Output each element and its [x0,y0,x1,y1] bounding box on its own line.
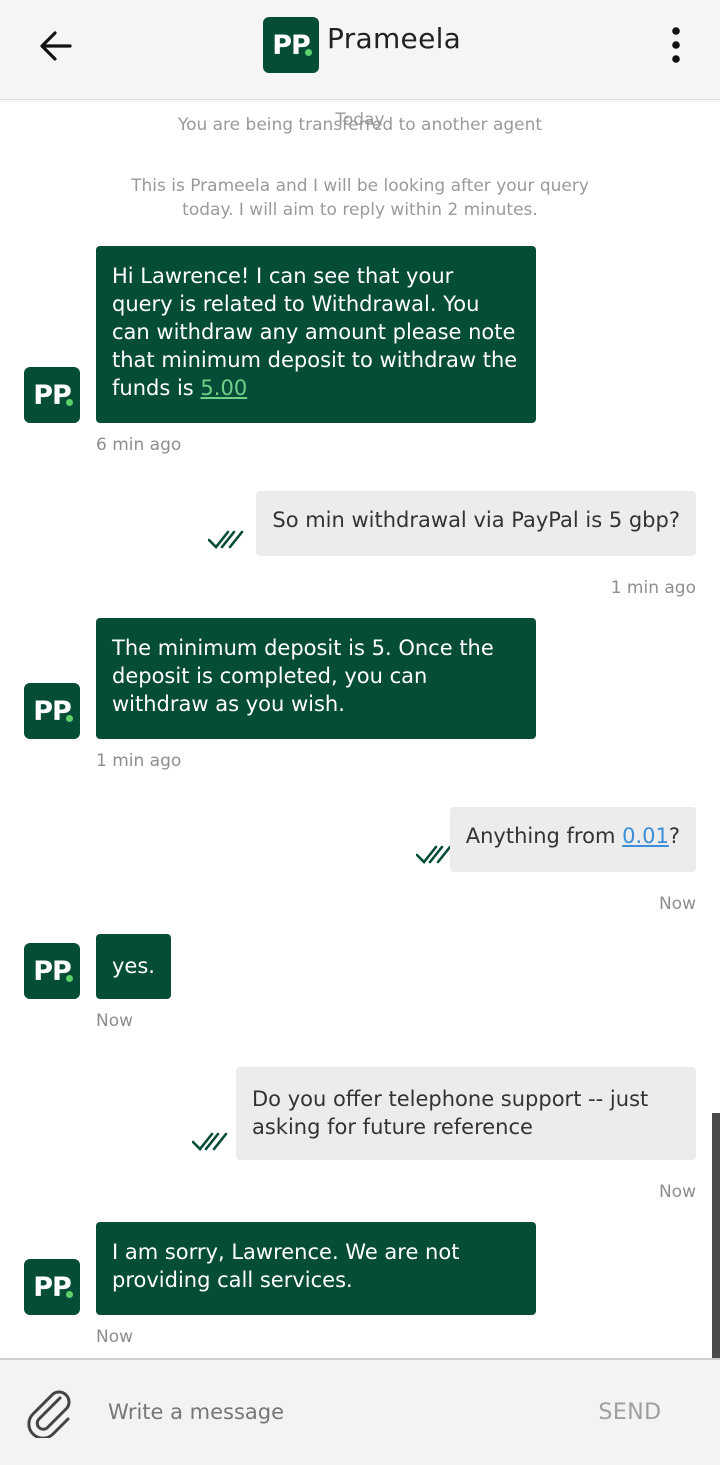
send-button[interactable]: SEND [580,1390,680,1434]
message-time: Now [96,1011,134,1031]
more-vertical-icon [672,27,680,63]
chat-messages[interactable]: Today You are being transferred to anoth… [0,100,720,1358]
read-receipt-icon [192,1132,228,1151]
agent-avatar: PP [24,1259,80,1315]
message-text-end: ? [668,824,680,848]
message-time: 1 min ago [610,578,696,598]
message-text: Hi Lawrence! I can see that your query i… [112,264,518,400]
message-link[interactable]: 5.00 [200,376,247,400]
agent-name: Prameela [327,22,462,55]
agent-avatar: PP [24,367,80,423]
scrollbar[interactable] [712,1113,720,1358]
more-menu-button[interactable] [660,24,692,68]
agent-message: The minimum deposit is 5. Once the depos… [96,618,536,739]
transfer-notice: You are being transferred to another age… [177,115,543,135]
message-time: 6 min ago [96,435,182,455]
logo-dot [66,1291,73,1298]
agent-avatar: PP [24,683,80,739]
logo-dot [66,975,73,982]
user-message: Anything from 0.01? [449,807,696,872]
message-composer: SEND [0,1358,720,1465]
logo-dot [66,715,73,722]
message-input[interactable] [108,1390,568,1434]
message-text: So min withdrawal via PayPal is 5 gbp? [272,508,680,532]
message-text: yes. [112,954,155,978]
message-time: 1 min ago [96,751,182,771]
paperclip-icon [27,1390,71,1440]
read-receipt-icon [416,845,452,864]
avatar-logo-text: PP [33,955,72,987]
message-text: Anything from [465,824,623,848]
agent-message: Hi Lawrence! I can see that your query i… [96,246,536,423]
message-text: I am sorry, Lawrence. We are not providi… [112,1240,460,1292]
message-time: Now [658,1182,696,1202]
logo-dot [305,49,312,56]
back-button[interactable] [36,26,76,66]
avatar-logo-text: PP [33,1271,72,1303]
message-link[interactable]: 0.01 [622,824,669,848]
read-receipt-icon [208,530,244,549]
message-text: The minimum deposit is 5. Once the depos… [112,636,494,716]
agent-intro-notice: This is Prameela and I will be looking a… [131,176,589,220]
message-text: Do you offer telephone support -- just a… [252,1087,649,1139]
user-message: So min withdrawal via PayPal is 5 gbp? [256,491,696,556]
message-time: Now [658,894,696,914]
avatar-logo-text: PP [33,695,72,727]
arrow-left-icon [40,31,72,61]
logo-dot [66,399,73,406]
avatar-logo-text: PP [33,379,72,411]
attach-button[interactable] [24,1386,76,1440]
chat-header: PP Prameela [0,0,720,100]
agent-message: yes. [96,934,171,999]
logo-text: PP [272,29,311,61]
agent-logo: PP [263,17,319,73]
user-message: Do you offer telephone support -- just a… [236,1067,696,1160]
agent-message: I am sorry, Lawrence. We are not providi… [96,1222,536,1315]
message-time: Now [96,1327,134,1347]
agent-avatar: PP [24,943,80,999]
